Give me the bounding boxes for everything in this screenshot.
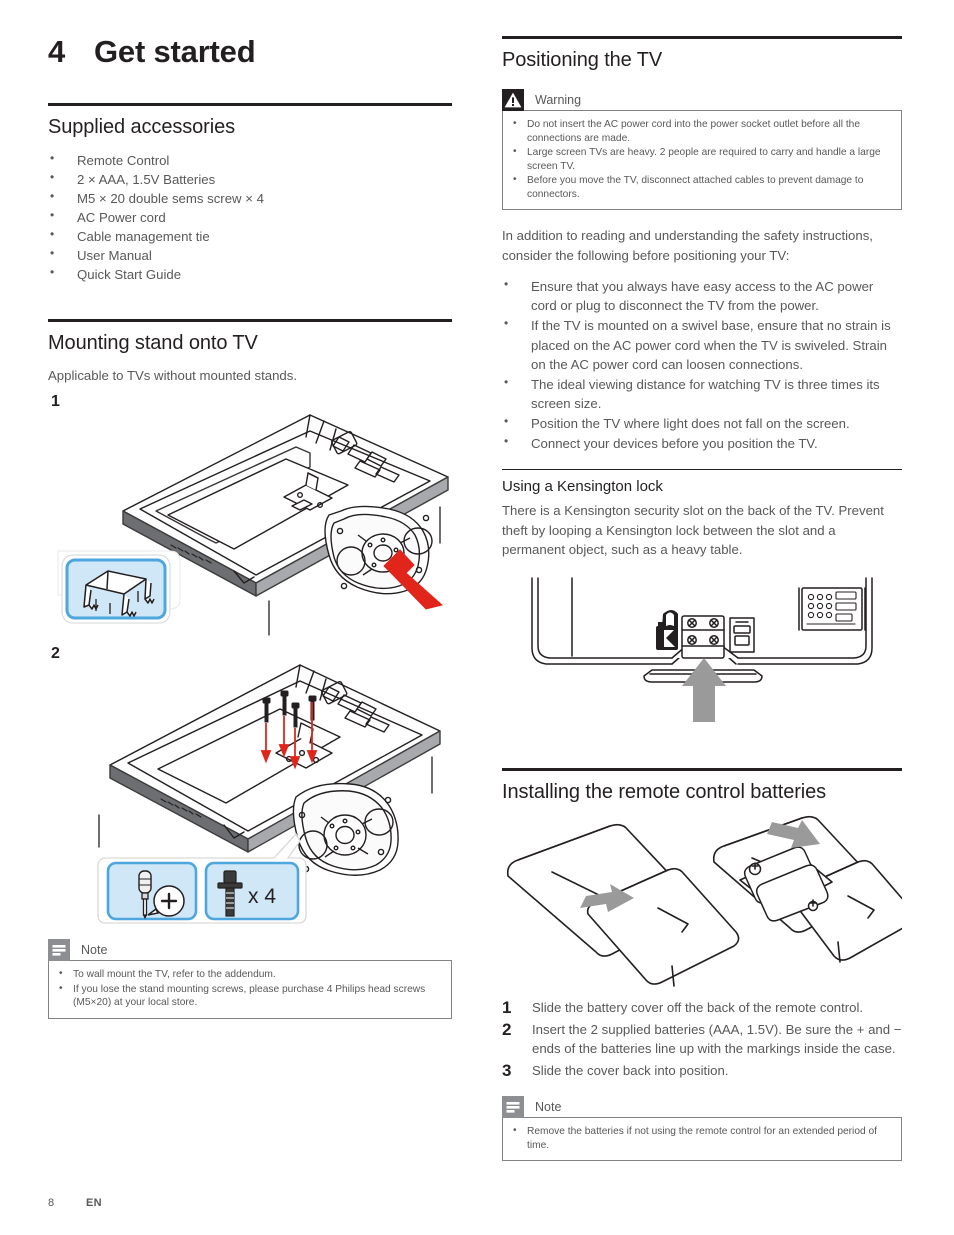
chapter-title: 4 Get started: [48, 34, 452, 69]
figure-mount-step-2: 2 x 4: [48, 645, 452, 935]
positioning-bullet-list: Ensure that you always have easy access …: [502, 276, 902, 453]
manual-page: 4 Get started Supplied accessories Remot…: [0, 0, 954, 1235]
list-item: If the TV is mounted on a swivel base, e…: [502, 315, 902, 373]
note-icon: [502, 1096, 524, 1119]
remote-control-illustration: [506, 815, 916, 987]
section-rule-batteries: [502, 767, 902, 771]
warning-item: Large screen TVs are heavy. 2 people are…: [511, 145, 891, 173]
note-item: Remove the batteries if not using the re…: [511, 1124, 891, 1152]
list-item: Connect your devices before you position…: [502, 433, 902, 453]
heading-mounting-stand: Mounting stand onto TV: [48, 331, 258, 354]
screw-count-label: x 4: [248, 885, 276, 908]
step-text: Insert the 2 supplied batteries (AAA, 1.…: [532, 1021, 902, 1056]
step-text: Slide the battery cover off the back of …: [532, 999, 864, 1015]
list-item: AC Power cord: [48, 207, 452, 227]
list-item: Ensure that you always have easy access …: [502, 276, 902, 315]
chapter-name: Get started: [94, 34, 256, 69]
note-body: To wall mount the TV, refer to the adden…: [48, 959, 452, 1019]
tools-inset: x 4: [97, 832, 307, 924]
list-item: Remote Control: [48, 150, 452, 170]
heading-kensington-lock: Using a Kensington lock: [502, 478, 663, 496]
kensington-text: There is a Kensington security slot on t…: [502, 503, 884, 558]
note-header: Note: [502, 1096, 610, 1119]
heading-positioning-tv: Positioning the TV: [502, 49, 663, 71]
warning-label: Warning: [535, 93, 582, 107]
note-label: Note: [81, 942, 108, 957]
note-callout-mounting: Note To wall mount the TV, refer to the …: [48, 938, 452, 1019]
figure-remote-batteries: [502, 814, 916, 994]
list-item: Position the TV where light does not fal…: [502, 413, 902, 433]
heading-supplied-accessories: Supplied accessories: [48, 115, 235, 138]
list-item: M5 × 20 double sems screw × 4: [48, 188, 452, 208]
section-rule-supplied: [48, 102, 452, 106]
heading-installing-batteries: Installing the remote control batteries: [502, 780, 827, 803]
supplied-accessories-list: Remote Control 2 × AAA, 1.5V Batteries M…: [48, 150, 452, 285]
chapter-number: 4: [48, 34, 66, 69]
note-icon: [48, 938, 70, 961]
kensington-lock-icon: [656, 609, 678, 650]
step-item: 3 Slide the cover back into position.: [502, 1061, 902, 1080]
warning-header: Warning: [502, 89, 610, 111]
figure-2-number: 2: [51, 644, 60, 662]
figure-kensington-lock: [502, 570, 902, 742]
warning-icon: [502, 89, 524, 111]
section-rule-positioning: [502, 36, 902, 39]
list-item: The ideal viewing distance for watching …: [502, 374, 902, 413]
note-header: Note: [48, 938, 156, 961]
mounting-intro-text: Applicable to TVs without mounted stands…: [48, 367, 297, 383]
tv-stand-illustration-2: x 4: [97, 664, 441, 924]
step-item: 1 Slide the battery cover off the back o…: [502, 998, 902, 1017]
right-column: Positioning the TV Warning Do not insert…: [502, 36, 916, 1162]
step-text: Slide the cover back into position.: [532, 1063, 729, 1079]
list-item: Quick Start Guide: [48, 264, 452, 284]
note-label: Note: [535, 1100, 562, 1115]
note-item: To wall mount the TV, refer to the adden…: [57, 967, 441, 982]
note-body: Remove the batteries if not using the re…: [502, 1117, 902, 1162]
section-rule-mounting: [48, 318, 452, 322]
language-code: EN: [86, 1197, 102, 1209]
note-callout-batteries: Note Remove the batteries if not using t…: [502, 1096, 902, 1162]
step-number: 2: [502, 1019, 512, 1039]
note-item: If you lose the stand mounting screws, p…: [57, 981, 441, 1010]
warning-item: Before you move the TV, disconnect attac…: [511, 173, 891, 201]
figure-mount-step-1: 1: [48, 393, 452, 643]
step-number: 3: [502, 1061, 512, 1081]
list-item: User Manual: [48, 245, 452, 265]
gray-up-arrow-icon: [682, 657, 726, 722]
figure-1-number: 1: [51, 392, 60, 410]
left-column: 4 Get started Supplied accessories Remot…: [48, 34, 452, 1019]
tv-stand-illustration-1: [57, 414, 449, 636]
page-number: 8: [48, 1197, 55, 1209]
warning-item: Do not insert the AC power cord into the…: [511, 117, 891, 145]
positioning-intro-text: In addition to reading and understanding…: [502, 228, 873, 263]
step-item: 2 Insert the 2 supplied batteries (AAA, …: [502, 1020, 902, 1058]
battery-steps-list: 1 Slide the battery cover off the back o…: [502, 998, 902, 1081]
section-rule-kensington: [502, 469, 902, 471]
page-footer: 8 EN: [48, 1197, 102, 1209]
warning-callout: Warning Do not insert the AC power cord …: [502, 89, 902, 211]
list-item: 2 × AAA, 1.5V Batteries: [48, 169, 452, 189]
kensington-illustration: [531, 576, 873, 722]
list-item: Cable management tie: [48, 226, 452, 246]
warning-body: Do not insert the AC power cord into the…: [502, 110, 902, 211]
step-number: 1: [502, 997, 512, 1017]
table-cloth-inset: [57, 550, 181, 624]
